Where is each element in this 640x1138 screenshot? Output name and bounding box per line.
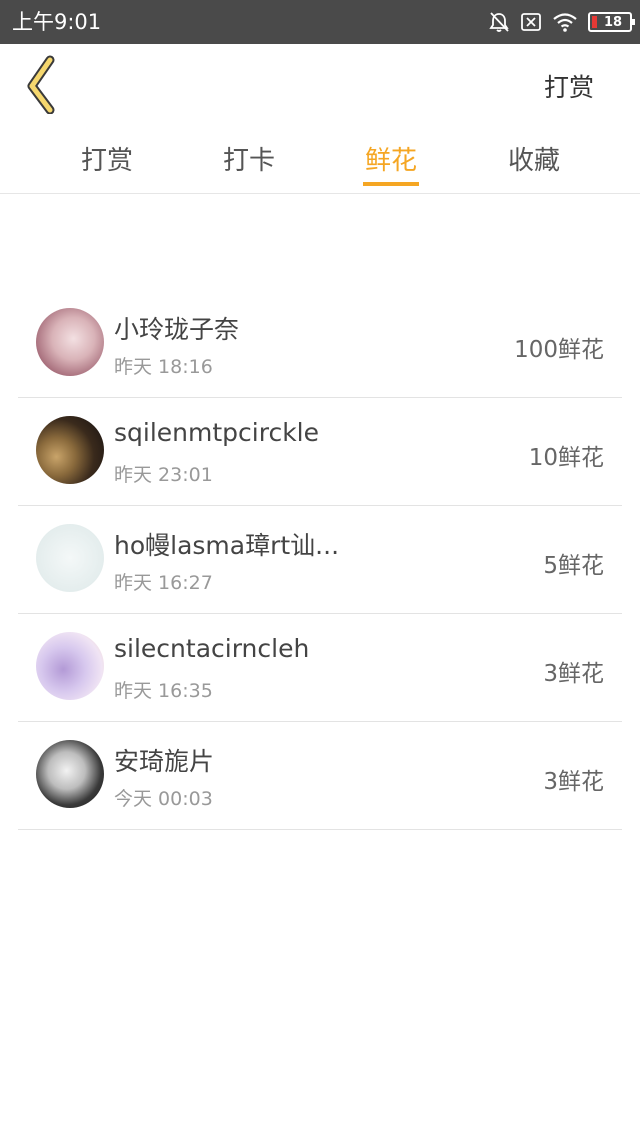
tab-favorites[interactable]: 收藏 (489, 140, 579, 177)
avatar[interactable] (36, 632, 104, 700)
list-item[interactable]: silecntacirncleh 昨天 16:35 3鲜花 (18, 614, 622, 722)
flower-count: 100鲜花 (514, 337, 604, 363)
list-item[interactable]: 安琦旎片 今天 00:03 3鲜花 (18, 722, 622, 830)
flower-count: 10鲜花 (528, 445, 604, 471)
tab-checkin[interactable]: 打卡 (204, 140, 294, 177)
timestamp: 昨天 23:01 (114, 464, 213, 486)
flower-count: 3鲜花 (543, 661, 604, 687)
avatar[interactable] (36, 524, 104, 592)
bell-off-icon (489, 12, 509, 32)
timestamp: 今天 00:03 (114, 788, 213, 810)
avatar[interactable] (36, 740, 104, 808)
timestamp: 昨天 18:16 (114, 356, 213, 378)
list-item[interactable]: 小玲珑子奈 昨天 18:16 100鲜花 (18, 290, 622, 398)
battery-level: 18 (603, 14, 623, 30)
avatar[interactable] (36, 416, 104, 484)
tab-label: 打卡 (222, 146, 275, 176)
chevron-left-icon (27, 55, 55, 115)
battery-icon: 18 (588, 12, 635, 32)
tab-label: 收藏 (507, 146, 560, 176)
user-name: sqilenmtpcirckle (114, 418, 320, 447)
tab-flowers[interactable]: 鲜花 (346, 140, 436, 186)
reward-button[interactable]: 打赏 (544, 68, 594, 104)
tab-reward[interactable]: 打赏 (62, 140, 152, 177)
timestamp: 昨天 16:27 (114, 572, 213, 594)
user-name: ho幔lasma璋rt讪... (114, 531, 340, 560)
status-time: 上午9:01 (12, 10, 102, 34)
flower-count: 5鲜花 (543, 553, 604, 579)
top-bar: 打赏 (0, 44, 640, 124)
sim-none-icon (521, 13, 541, 31)
flower-count: 3鲜花 (543, 769, 604, 795)
flower-list: 小玲珑子奈 昨天 18:16 100鲜花 sqilenmtpcirckle 昨天… (18, 290, 622, 830)
back-button[interactable] (18, 54, 68, 115)
tab-label: 鲜花 (364, 146, 417, 176)
timestamp: 昨天 16:35 (114, 680, 213, 702)
tab-label: 打赏 (80, 146, 133, 176)
status-icons: 18 (488, 10, 635, 34)
tab-bar: 打赏 打卡 鲜花 收藏 (0, 124, 640, 194)
user-name: 安琦旎片 (114, 747, 215, 776)
status-bar: 上午9:01 18 (0, 0, 640, 44)
user-name: 小玲珑子奈 (114, 315, 240, 344)
list-item[interactable]: ho幔lasma璋rt讪... 昨天 16:27 5鲜花 (18, 506, 622, 614)
tab-active-indicator (363, 182, 419, 186)
avatar[interactable] (36, 308, 104, 376)
list-item[interactable]: sqilenmtpcirckle 昨天 23:01 10鲜花 (18, 398, 622, 506)
battery-low-fill (592, 16, 597, 28)
wifi-icon (553, 13, 577, 32)
user-name: silecntacirncleh (114, 634, 310, 663)
